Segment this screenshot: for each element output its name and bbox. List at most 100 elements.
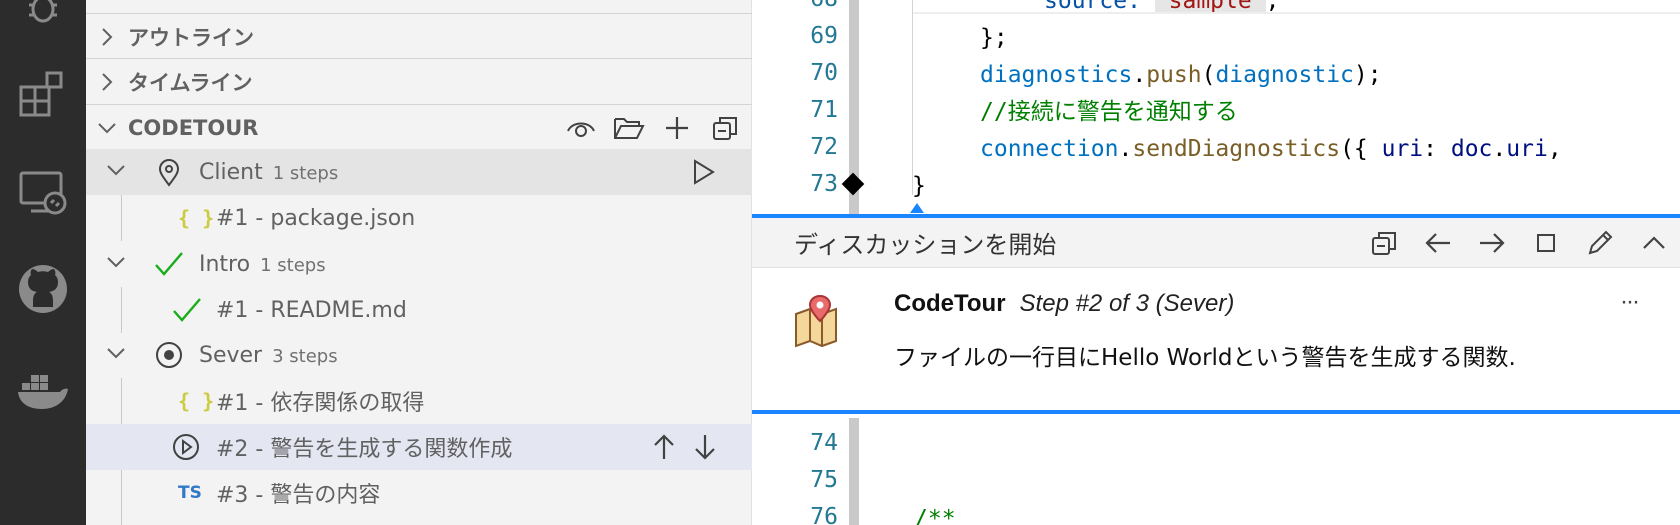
codetour-avatar <box>792 292 848 353</box>
code-token: connection <box>980 136 1119 162</box>
chevron-right-icon <box>86 27 128 47</box>
check-icon <box>154 251 184 282</box>
code-token: uri <box>1506 136 1548 162</box>
tour-client[interactable]: Client 1 steps <box>86 149 752 195</box>
tour-name: Intro <box>199 251 251 277</box>
ts-icon: TS <box>178 483 202 503</box>
activity-bar <box>0 0 86 525</box>
code-token: ({ <box>1340 136 1382 162</box>
code-token: , <box>1547 136 1562 162</box>
github-icon[interactable] <box>0 254 86 324</box>
current-line-highlight <box>912 0 1680 14</box>
tour-step-count: 1 steps <box>272 162 339 184</box>
line-number: 75 <box>810 467 838 493</box>
chevron-down-icon <box>106 255 126 274</box>
check-icon <box>172 297 202 328</box>
code-token: . <box>1132 62 1147 88</box>
comment-body: ファイルの一行目にHello Worldという警告を生成する関数. <box>894 345 1516 371</box>
comment-panel-title: ディスカッションを開始 <box>794 231 1057 259</box>
chevron-down-icon <box>86 121 128 135</box>
json-icon: { } <box>178 389 215 413</box>
arrow-left-icon[interactable] <box>1420 225 1456 261</box>
breakpoint-diamond-icon <box>841 172 865 196</box>
step-label: #1 - README.md <box>216 297 407 323</box>
tour-intro[interactable]: Intro 1 steps <box>86 241 752 287</box>
comment-panel-header: ディスカッションを開始 <box>752 218 1680 268</box>
docker-icon[interactable] <box>0 356 86 426</box>
extensions-icon[interactable] <box>0 58 86 128</box>
code-token: ); <box>1353 62 1382 88</box>
step-label: #1 - package.json <box>216 205 416 231</box>
code-token: diagnostic <box>1215 62 1354 88</box>
eye-icon[interactable] <box>564 111 598 145</box>
code-line: connection.sendDiagnostics({ uri: doc.ur… <box>980 131 1562 168</box>
arrow-up-icon[interactable] <box>652 433 676 466</box>
chevron-down-icon <box>106 163 126 182</box>
step-label: #2 - 警告を生成する関数作成 <box>216 437 513 462</box>
step-label: #3 - 警告の内容 <box>216 483 381 508</box>
stop-icon[interactable] <box>1528 225 1564 261</box>
chevron-down-icon <box>106 346 126 365</box>
sidebar: アウトライン タイムライン CODETOUR Client 1 steps {… <box>86 0 752 525</box>
step-item[interactable]: { } #1 - package.json <box>86 195 752 241</box>
collapse-all-icon[interactable] <box>708 111 742 145</box>
code-token: doc <box>1450 136 1493 162</box>
tour-step-count: 1 steps <box>260 254 326 276</box>
remote-explorer-icon[interactable] <box>0 158 86 228</box>
comment-panel: ディスカッションを開始 CodeTour Step #2 of 3 (Sever… <box>752 214 1680 414</box>
comment-author: CodeTour <box>894 290 1006 317</box>
line-number: 73 <box>810 171 838 197</box>
code-token: sendDiagnostics <box>1132 136 1341 162</box>
code-token: . <box>1492 136 1507 162</box>
step-item[interactable]: #1 - README.md <box>86 287 752 333</box>
location-pin-icon <box>158 159 180 192</box>
section-timeline[interactable]: タイムライン <box>86 58 752 104</box>
code-token: : <box>1423 136 1451 162</box>
record-icon <box>155 341 183 374</box>
chevron-right-icon <box>86 72 128 92</box>
arrow-down-icon[interactable] <box>693 433 717 466</box>
panel-pointer <box>910 203 924 213</box>
step-item[interactable]: TS #3 - 警告の内容 <box>86 470 752 516</box>
collapse-icon[interactable] <box>1366 225 1402 261</box>
edit-icon[interactable] <box>1582 225 1618 261</box>
section-outline[interactable]: アウトライン <box>86 13 752 59</box>
open-folder-icon[interactable] <box>612 111 646 145</box>
line-number: 68 <box>752 0 838 12</box>
section-timeline-title: タイムライン <box>128 70 253 95</box>
code-token: ( <box>1201 62 1216 88</box>
comment-step-info: Step #2 of 3 (Sever) <box>1019 290 1235 317</box>
more-actions-icon[interactable]: ··· <box>1620 288 1640 316</box>
section-codetour-title: CODETOUR <box>128 115 259 140</box>
code-token: }; <box>980 25 1008 51</box>
step-item-active[interactable]: #2 - 警告を生成する関数作成 <box>86 424 752 470</box>
line-number: 76 <box>810 504 838 525</box>
code-token: //接続に警告を通知する <box>980 99 1238 125</box>
section-outline-title: アウトライン <box>128 25 254 50</box>
line-number: 72 <box>810 134 838 160</box>
code-line: diagnostics.push(diagnostic); <box>980 57 1382 94</box>
debug-icon[interactable] <box>0 0 86 42</box>
scrollbar-gutter <box>849 418 859 525</box>
play-icon[interactable] <box>691 158 717 191</box>
code-token: uri <box>1381 136 1424 162</box>
line-number: 74 <box>810 430 838 456</box>
line-number: 71 <box>810 97 838 123</box>
tour-sever[interactable]: Sever 3 steps <box>86 332 752 378</box>
arrow-right-icon[interactable] <box>1474 225 1510 261</box>
tour-step-count: 3 steps <box>272 345 338 367</box>
code-line: }; <box>980 20 1008 57</box>
section-codetour[interactable]: CODETOUR <box>86 104 752 150</box>
code-token: push <box>1146 62 1202 88</box>
code-token: diagnostics <box>980 62 1133 88</box>
code-line: /** <box>914 501 956 525</box>
line-number: 69 <box>810 23 838 49</box>
code-line: //接続に警告を通知する <box>980 94 1238 131</box>
step-item[interactable]: { } #1 - 依存関係の取得 <box>86 378 752 424</box>
step-label: #1 - 依存関係の取得 <box>216 391 425 416</box>
chevron-up-icon[interactable] <box>1636 225 1672 261</box>
tour-name: Client <box>199 159 263 185</box>
code-line: } <box>912 168 926 205</box>
add-icon[interactable] <box>660 111 694 145</box>
json-icon: { } <box>178 206 215 230</box>
